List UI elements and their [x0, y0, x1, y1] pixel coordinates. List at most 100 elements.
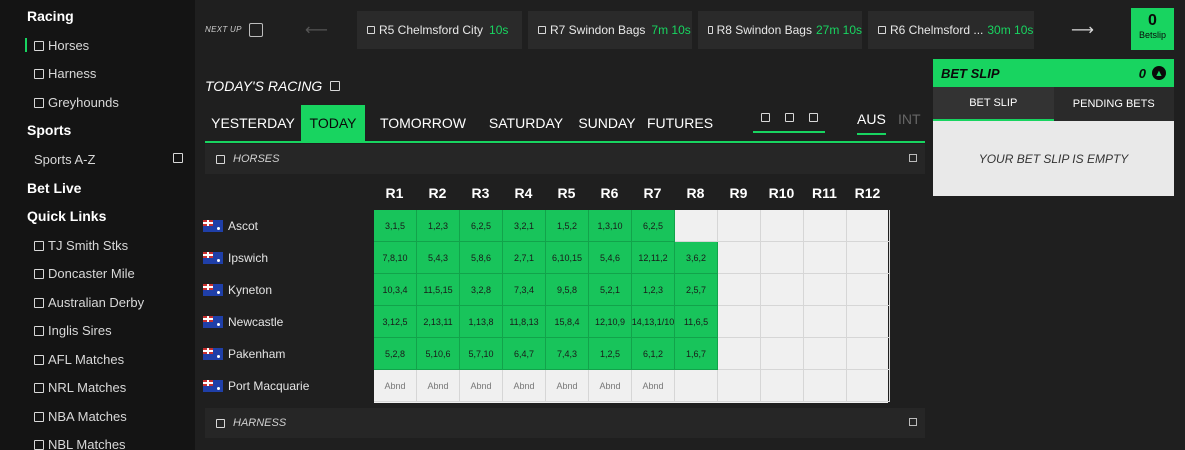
- venue-row[interactable]: Ipswich: [203, 242, 268, 274]
- race-result-cell[interactable]: 5,7,10: [460, 338, 503, 370]
- sidebar-item-greyhounds[interactable]: Greyhounds: [34, 95, 119, 110]
- race-result-cell[interactable]: [675, 210, 718, 242]
- race-result-cell[interactable]: 6,2,5: [460, 210, 503, 242]
- race-result-cell[interactable]: [804, 210, 847, 242]
- race-result-cell[interactable]: [718, 274, 761, 306]
- race-result-cell[interactable]: Abnd: [503, 370, 546, 402]
- sidebar-quick-link[interactable]: TJ Smith Stks: [34, 238, 128, 253]
- race-result-cell[interactable]: Abnd: [632, 370, 675, 402]
- race-result-cell[interactable]: [847, 274, 890, 306]
- chevron-up-icon[interactable]: ▲: [1152, 66, 1166, 80]
- race-result-cell[interactable]: [804, 370, 847, 402]
- race-result-cell[interactable]: [675, 370, 718, 402]
- race-result-cell[interactable]: 2,13,11: [417, 306, 460, 338]
- race-result-cell[interactable]: 5,2,1: [589, 274, 632, 306]
- race-result-cell[interactable]: 3,6,2: [675, 242, 718, 274]
- race-result-cell[interactable]: 5,2,8: [374, 338, 417, 370]
- region-int[interactable]: INT: [898, 111, 921, 127]
- race-result-cell[interactable]: 1,2,5: [589, 338, 632, 370]
- race-result-cell[interactable]: 1,6,7: [675, 338, 718, 370]
- race-result-cell[interactable]: 1,3,10: [589, 210, 632, 242]
- race-result-cell[interactable]: 5,4,3: [417, 242, 460, 274]
- arrow-left-icon[interactable]: ⟵: [305, 20, 328, 40]
- race-result-cell[interactable]: [761, 274, 804, 306]
- sidebar-head-racing[interactable]: Racing: [27, 8, 74, 24]
- view-grid-icon[interactable]: [760, 112, 770, 122]
- race-result-cell[interactable]: 3,2,1: [503, 210, 546, 242]
- race-result-cell[interactable]: [718, 370, 761, 402]
- race-result-cell[interactable]: 1,2,3: [417, 210, 460, 242]
- race-result-cell[interactable]: 1,13,8: [460, 306, 503, 338]
- race-result-cell[interactable]: [718, 242, 761, 274]
- race-result-cell[interactable]: [847, 210, 890, 242]
- sidebar-quick-link[interactable]: Doncaster Mile: [34, 266, 135, 281]
- race-result-cell[interactable]: [847, 370, 890, 402]
- race-result-cell[interactable]: 3,12,5: [374, 306, 417, 338]
- tab-pending-bets[interactable]: PENDING BETS: [1054, 87, 1175, 121]
- race-result-cell[interactable]: [761, 370, 804, 402]
- tab-yesterday[interactable]: YESTERDAY: [205, 105, 301, 141]
- race-result-cell[interactable]: 7,4,3: [546, 338, 589, 370]
- tab-saturday[interactable]: SATURDAY: [483, 105, 569, 141]
- race-result-cell[interactable]: [761, 210, 804, 242]
- race-result-cell[interactable]: 3,1,5: [374, 210, 417, 242]
- race-result-cell[interactable]: [847, 338, 890, 370]
- race-result-cell[interactable]: 6,2,5: [632, 210, 675, 242]
- race-result-cell[interactable]: 11,6,5: [675, 306, 718, 338]
- view-list-icon[interactable]: [784, 112, 794, 122]
- sidebar-quick-link[interactable]: NBL Matches: [34, 437, 126, 450]
- race-result-cell[interactable]: 1,5,2: [546, 210, 589, 242]
- race-result-cell[interactable]: [804, 242, 847, 274]
- race-result-cell[interactable]: 1,2,3: [632, 274, 675, 306]
- sidebar-item-harness[interactable]: Harness: [34, 66, 96, 81]
- race-result-cell[interactable]: 3,2,8: [460, 274, 503, 306]
- view-card-icon[interactable]: [808, 112, 818, 122]
- race-result-cell[interactable]: [761, 242, 804, 274]
- race-result-cell[interactable]: [847, 242, 890, 274]
- sidebar-head-sports[interactable]: Sports: [27, 122, 71, 138]
- sidebar-quick-link[interactable]: NBA Matches: [34, 409, 127, 424]
- section-horses[interactable]: HORSES: [205, 144, 925, 174]
- race-result-cell[interactable]: 5,4,6: [589, 242, 632, 274]
- collapse-icon[interactable]: [909, 418, 917, 426]
- next-race-card[interactable]: R5 Chelmsford City 10s: [357, 11, 522, 49]
- race-result-cell[interactable]: 15,8,4: [546, 306, 589, 338]
- race-result-cell[interactable]: 12,11,2: [632, 242, 675, 274]
- race-result-cell[interactable]: [718, 210, 761, 242]
- next-up-toggle[interactable]: [249, 23, 263, 37]
- race-result-cell[interactable]: [718, 306, 761, 338]
- race-result-cell[interactable]: 2,7,1: [503, 242, 546, 274]
- race-result-cell[interactable]: 7,3,4: [503, 274, 546, 306]
- tab-bet-slip[interactable]: BET SLIP: [933, 87, 1054, 121]
- race-result-cell[interactable]: 10,3,4: [374, 274, 417, 306]
- next-race-card[interactable]: R7 Swindon Bags 7m 10s: [528, 11, 692, 49]
- race-result-cell[interactable]: [847, 306, 890, 338]
- sidebar-item-sports-az[interactable]: Sports A-Z: [34, 152, 95, 167]
- bet-slip-header[interactable]: BET SLIP 0 ▲: [933, 59, 1174, 87]
- race-result-cell[interactable]: [761, 338, 804, 370]
- venue-row[interactable]: Newcastle: [203, 306, 283, 338]
- region-aus[interactable]: AUS: [857, 111, 886, 135]
- race-result-cell[interactable]: 5,8,6: [460, 242, 503, 274]
- tab-sunday[interactable]: SUNDAY: [575, 105, 639, 141]
- race-result-cell[interactable]: Abnd: [417, 370, 460, 402]
- venue-row[interactable]: Pakenham: [203, 338, 285, 370]
- race-result-cell[interactable]: Abnd: [589, 370, 632, 402]
- arrow-right-icon[interactable]: ⟶: [1071, 20, 1094, 40]
- section-harness[interactable]: HARNESS: [205, 408, 925, 438]
- sidebar-quick-link[interactable]: Inglis Sires: [34, 323, 112, 338]
- collapse-icon[interactable]: [909, 154, 917, 162]
- race-result-cell[interactable]: 6,4,7: [503, 338, 546, 370]
- race-result-cell[interactable]: 12,10,9: [589, 306, 632, 338]
- race-result-cell[interactable]: Abnd: [374, 370, 417, 402]
- race-result-cell[interactable]: 5,10,6: [417, 338, 460, 370]
- expand-icon[interactable]: [173, 153, 183, 163]
- race-result-cell[interactable]: 6,10,15: [546, 242, 589, 274]
- race-result-cell[interactable]: 9,5,8: [546, 274, 589, 306]
- next-race-card[interactable]: R6 Chelmsford ... 30m 10s: [868, 11, 1034, 49]
- sidebar-quick-link[interactable]: NRL Matches: [34, 380, 126, 395]
- race-result-cell[interactable]: 7,8,10: [374, 242, 417, 274]
- race-result-cell[interactable]: [804, 306, 847, 338]
- info-icon[interactable]: [330, 81, 341, 91]
- betslip-button[interactable]: 0 Betslip: [1131, 8, 1174, 50]
